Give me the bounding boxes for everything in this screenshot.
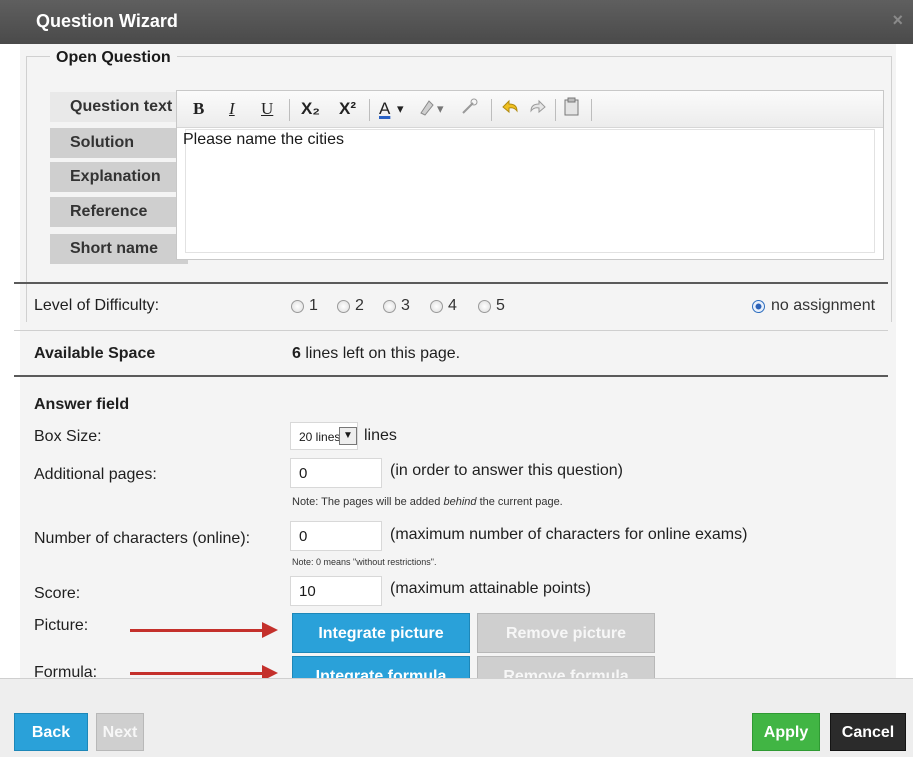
difficulty-radio-5[interactable] bbox=[478, 300, 491, 313]
score-hint: (maximum attainable points) bbox=[390, 580, 591, 597]
divider bbox=[14, 375, 888, 377]
pointer-arrow-icon bbox=[130, 672, 264, 675]
difficulty-option-1: 1 bbox=[309, 297, 318, 314]
link-icon[interactable] bbox=[459, 97, 479, 121]
pages-note: Note: The pages will be added behind the… bbox=[292, 496, 563, 508]
editor-toolbar: B I U X₂ X² A ▾ ▾ bbox=[177, 91, 883, 128]
difficulty-radio-3[interactable] bbox=[383, 300, 396, 313]
difficulty-label: Level of Difficulty: bbox=[34, 297, 160, 314]
difficulty-option-5: 5 bbox=[496, 297, 505, 314]
toolbar-divider bbox=[591, 99, 592, 121]
bold-button[interactable]: B bbox=[193, 97, 204, 121]
answer-field-heading: Answer field bbox=[34, 396, 130, 413]
redo-icon[interactable] bbox=[527, 97, 549, 121]
integrate-picture-button[interactable]: Integrate picture bbox=[292, 613, 470, 653]
back-button[interactable]: Back bbox=[14, 713, 88, 751]
difficulty-option-2: 2 bbox=[355, 297, 364, 314]
pointer-arrow-icon bbox=[130, 629, 264, 632]
difficulty-option-4: 4 bbox=[448, 297, 457, 314]
difficulty-radio-2[interactable] bbox=[337, 300, 350, 313]
divider bbox=[14, 282, 888, 284]
tab-reference[interactable]: Reference bbox=[50, 197, 188, 227]
next-button[interactable]: Next bbox=[96, 713, 144, 751]
font-color-button[interactable]: A bbox=[379, 97, 390, 121]
box-size-suffix: lines bbox=[364, 427, 397, 444]
score-label: Score: bbox=[34, 585, 81, 602]
apply-button[interactable]: Apply bbox=[752, 713, 820, 751]
lines-left-text: lines left on this page. bbox=[300, 345, 461, 362]
tab-short-name[interactable]: Short name bbox=[50, 234, 188, 264]
available-space-value: 6 lines left on this page. bbox=[292, 345, 460, 363]
lines-left-count: 6 bbox=[292, 345, 301, 362]
picture-label: Picture: bbox=[34, 617, 89, 634]
pages-note-end: the current page. bbox=[476, 496, 563, 508]
paste-icon[interactable] bbox=[563, 97, 581, 121]
pages-note-start: Note: The pages will be added bbox=[292, 496, 444, 508]
box-size-label: Box Size: bbox=[34, 428, 102, 445]
rich-text-editor: B I U X₂ X² A ▾ ▾ Please name the cities bbox=[176, 90, 884, 260]
cancel-button[interactable]: Cancel bbox=[830, 713, 906, 751]
additional-pages-label: Additional pages: bbox=[34, 466, 157, 483]
score-input[interactable]: 10 bbox=[290, 576, 382, 606]
no-assignment-label: no assignment bbox=[771, 297, 876, 314]
editor-content: Please name the cities bbox=[183, 131, 344, 148]
italic-button[interactable]: I bbox=[229, 97, 235, 121]
section-legend: Open Question bbox=[50, 49, 177, 67]
toolbar-divider bbox=[369, 99, 370, 121]
underline-button[interactable]: U bbox=[261, 97, 273, 121]
toolbar-divider bbox=[491, 99, 492, 121]
chevron-down-icon[interactable]: ▼ bbox=[339, 427, 357, 445]
additional-pages-input[interactable]: 0 bbox=[290, 458, 382, 488]
highlighter-icon[interactable] bbox=[417, 97, 437, 121]
toolbar-divider bbox=[555, 99, 556, 121]
difficulty-radio-no-assignment[interactable] bbox=[752, 300, 765, 313]
divider bbox=[14, 330, 888, 331]
characters-note: Note: 0 means "without restrictions". bbox=[292, 557, 437, 567]
characters-hint: (maximum number of characters for online… bbox=[390, 526, 748, 543]
window-title: Question Wizard bbox=[36, 11, 178, 31]
pages-note-emphasis: behind bbox=[443, 496, 477, 508]
box-size-value: 20 lines bbox=[299, 430, 341, 444]
tab-solution[interactable]: Solution bbox=[50, 128, 188, 158]
characters-label: Number of characters (online): bbox=[34, 530, 251, 547]
tab-question-text[interactable]: Question text bbox=[50, 92, 188, 122]
available-space-label: Available Space bbox=[34, 345, 156, 362]
superscript-button[interactable]: X² bbox=[339, 97, 356, 121]
arrowhead-icon bbox=[262, 622, 278, 638]
title-bar: Question Wizard × bbox=[0, 0, 913, 44]
tab-explanation[interactable]: Explanation bbox=[50, 162, 188, 192]
undo-icon[interactable] bbox=[499, 97, 521, 121]
chevron-down-icon[interactable]: ▾ bbox=[397, 97, 404, 121]
additional-pages-hint: (in order to answer this question) bbox=[390, 462, 623, 479]
subscript-button[interactable]: X₂ bbox=[301, 97, 320, 121]
remove-picture-button[interactable]: Remove picture bbox=[477, 613, 655, 653]
difficulty-option-3: 3 bbox=[401, 297, 410, 314]
difficulty-radio-4[interactable] bbox=[430, 300, 443, 313]
toolbar-divider bbox=[289, 99, 290, 121]
difficulty-radio-1[interactable] bbox=[291, 300, 304, 313]
chevron-down-icon[interactable]: ▾ bbox=[437, 97, 444, 121]
close-icon[interactable]: × bbox=[892, 10, 903, 31]
characters-input[interactable]: 0 bbox=[290, 521, 382, 551]
